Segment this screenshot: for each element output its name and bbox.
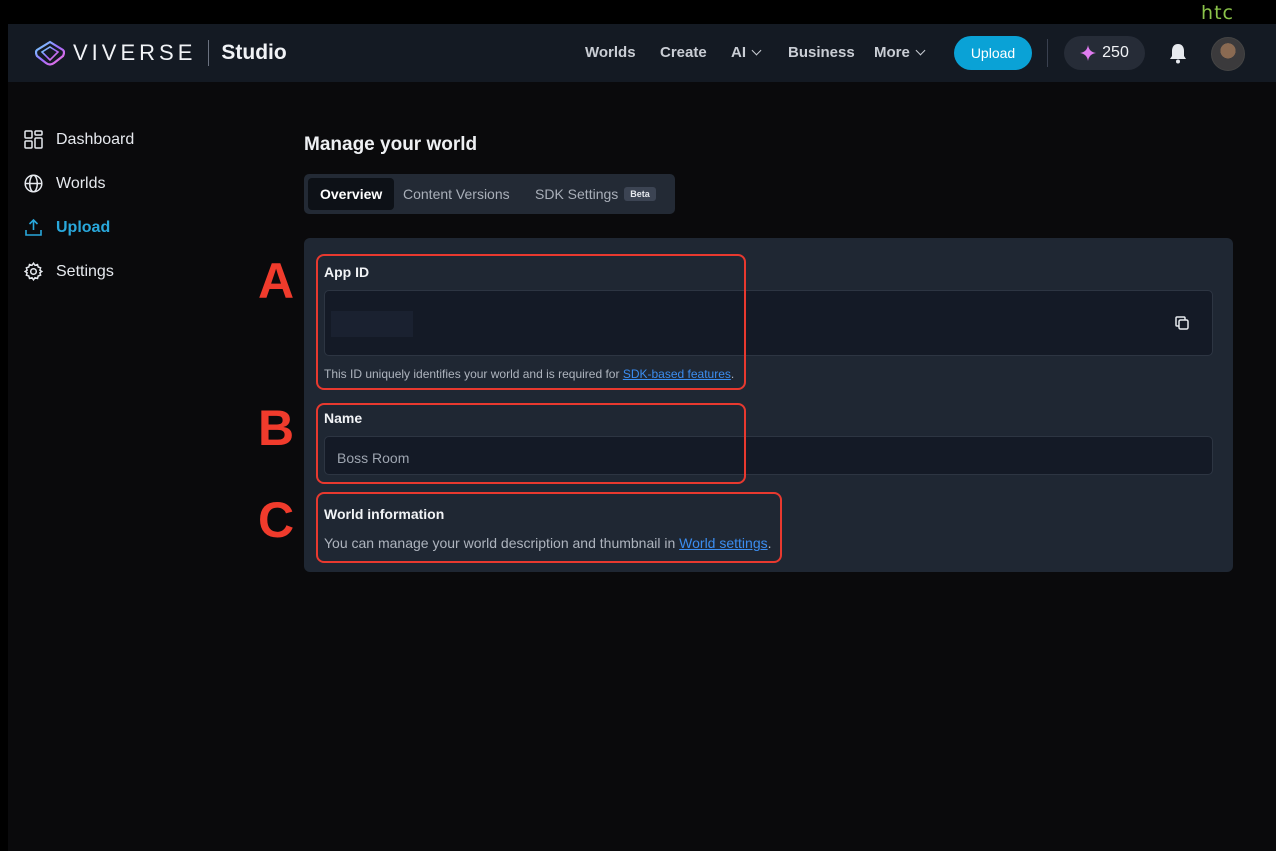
sidebar-item-label: Upload xyxy=(56,218,111,236)
nav-ai[interactable]: AI xyxy=(731,44,762,61)
chevron-down-icon xyxy=(915,45,926,56)
nav-worlds[interactable]: Worlds xyxy=(585,44,636,61)
sidebar-item-label: Dashboard xyxy=(56,130,135,148)
brand-name: VIVERSE xyxy=(73,40,197,65)
credits-badge[interactable]: 250 xyxy=(1064,36,1145,70)
sparkle-icon xyxy=(1080,45,1097,61)
top-header: VIVERSE Studio Worlds Create AI Business… xyxy=(8,24,1276,82)
nav-more[interactable]: More xyxy=(874,44,926,61)
dashboard-icon xyxy=(24,130,43,149)
sidebar-item-settings[interactable]: Settings xyxy=(24,262,114,281)
globe-icon xyxy=(24,174,43,193)
copy-icon[interactable] xyxy=(1174,315,1190,331)
bell-icon[interactable] xyxy=(1168,42,1188,64)
nav-business[interactable]: Business xyxy=(788,44,855,61)
gear-icon xyxy=(24,262,43,281)
nav-ai-label: AI xyxy=(731,44,746,61)
tab-overview[interactable]: Overview xyxy=(308,178,395,210)
highlight-box-c xyxy=(316,492,782,563)
chevron-down-icon xyxy=(751,45,762,56)
annotation-label-a: A xyxy=(258,253,295,309)
tab-content-versions[interactable]: Content Versions xyxy=(403,178,510,210)
avatar[interactable] xyxy=(1211,37,1245,71)
tab-sdk-settings-label: SDK Settings xyxy=(535,186,619,202)
upload-icon xyxy=(25,218,42,236)
highlight-box-a xyxy=(316,254,746,390)
tab-bar: Overview Content Versions SDK Settings B… xyxy=(304,174,675,214)
nav-create[interactable]: Create xyxy=(660,44,707,61)
os-topstrip: htc xyxy=(0,0,1276,24)
sidebar-item-worlds[interactable]: Worlds xyxy=(24,174,106,193)
nav-more-label: More xyxy=(874,44,910,61)
app-window: VIVERSE Studio Worlds Create AI Business… xyxy=(8,24,1276,851)
page-title: Manage your world xyxy=(304,134,478,155)
upload-button[interactable]: Upload xyxy=(954,36,1032,70)
annotation-label-c: C xyxy=(258,492,295,548)
viverse-mark-icon xyxy=(35,40,65,66)
viverse-logo[interactable]: VIVERSE Studio xyxy=(35,40,287,66)
screen: htc VIVERSE Studio Worlds Create AI Busi… xyxy=(0,0,1276,851)
beta-badge: Beta xyxy=(624,187,656,201)
htc-logo: htc xyxy=(1201,2,1234,24)
sidebar-item-upload[interactable]: Upload xyxy=(24,218,110,237)
header-divider xyxy=(1047,39,1048,67)
highlight-box-b xyxy=(316,403,746,484)
logo-divider xyxy=(208,40,210,66)
sidebar-item-label: Settings xyxy=(56,262,114,280)
credits-count: 250 xyxy=(1102,44,1129,61)
brand-product: Studio xyxy=(221,41,287,64)
sidebar-item-dashboard[interactable]: Dashboard xyxy=(24,130,134,149)
annotation-label-b: B xyxy=(258,400,295,456)
sidebar-item-label: Worlds xyxy=(56,174,106,192)
tab-sdk-settings[interactable]: SDK Settings Beta xyxy=(535,178,656,210)
